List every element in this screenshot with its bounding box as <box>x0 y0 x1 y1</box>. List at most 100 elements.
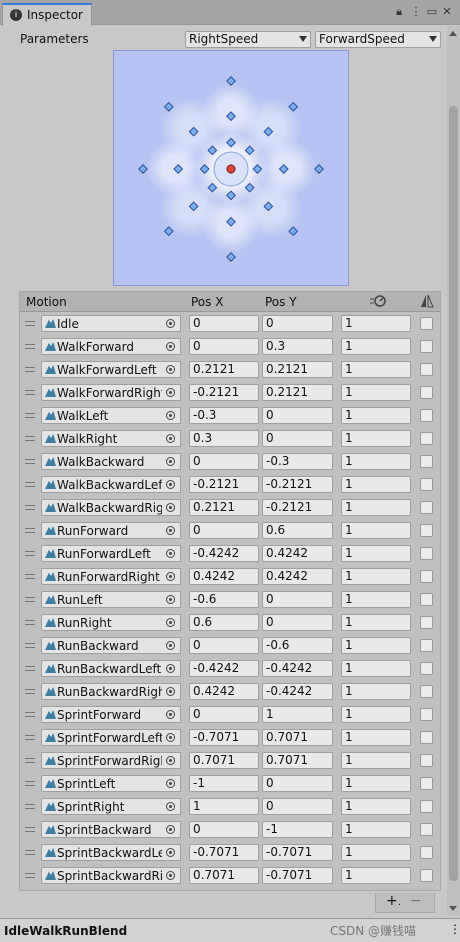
mirror-checkbox[interactable] <box>420 340 433 353</box>
motion-clip-field[interactable]: SprintForwardRight <box>41 752 181 769</box>
speed-field[interactable]: 1 <box>341 545 411 562</box>
object-picker-button[interactable] <box>162 545 181 562</box>
object-picker-button[interactable] <box>162 476 181 493</box>
mirror-checkbox[interactable] <box>420 363 433 376</box>
speed-field[interactable]: 1 <box>341 844 411 861</box>
pos-y-field[interactable]: 0.4242 <box>262 568 333 585</box>
speed-field[interactable]: 1 <box>341 315 411 332</box>
more-options-icon[interactable]: ⋮ <box>449 922 460 936</box>
drag-handle-icon[interactable] <box>25 689 35 694</box>
blend-point[interactable] <box>226 252 236 262</box>
object-picker-button[interactable] <box>162 660 181 677</box>
blend-point[interactable] <box>199 164 210 174</box>
tab-inspector[interactable]: i Inspector <box>2 3 92 26</box>
pos-x-field[interactable]: 0 <box>189 821 259 838</box>
drag-handle-icon[interactable] <box>25 643 35 648</box>
pos-y-field[interactable]: -1 <box>262 821 333 838</box>
pos-y-field[interactable]: -0.7071 <box>262 844 333 861</box>
motion-clip-field[interactable]: SprintRight <box>41 798 181 815</box>
drag-handle-icon[interactable] <box>25 505 35 510</box>
pos-x-field[interactable]: -0.2121 <box>189 476 259 493</box>
mirror-checkbox[interactable] <box>420 547 433 560</box>
mirror-checkbox[interactable] <box>420 386 433 399</box>
speed-field[interactable]: 1 <box>341 775 411 792</box>
motion-clip-field[interactable]: WalkForwardLeft <box>41 361 181 378</box>
blend-point[interactable] <box>244 145 255 156</box>
pos-y-field[interactable]: 0 <box>262 775 333 792</box>
speed-field[interactable]: 1 <box>341 568 411 585</box>
pos-x-field[interactable]: 0 <box>189 522 259 539</box>
speed-field[interactable]: 1 <box>341 430 411 447</box>
scroll-up-icon[interactable] <box>449 31 457 36</box>
object-picker-button[interactable] <box>162 844 181 861</box>
drag-handle-icon[interactable] <box>25 781 35 786</box>
scrollbar-thumb[interactable] <box>449 106 458 881</box>
pos-y-field[interactable]: -0.3 <box>262 453 333 470</box>
add-motion-button[interactable]: + <box>386 893 398 909</box>
object-picker-button[interactable] <box>162 683 181 700</box>
pos-x-field[interactable]: 0 <box>189 706 259 723</box>
motion-clip-field[interactable]: SprintBackwardLeft <box>41 844 181 861</box>
drag-handle-icon[interactable] <box>25 597 35 602</box>
pos-y-field[interactable]: 0 <box>262 798 333 815</box>
mirror-checkbox[interactable] <box>420 501 433 514</box>
blend-point[interactable] <box>288 226 299 237</box>
drag-handle-icon[interactable] <box>25 528 35 533</box>
mirror-checkbox[interactable] <box>420 754 433 767</box>
blend-point[interactable] <box>314 164 324 174</box>
motion-clip-field[interactable]: WalkBackwardLeft <box>41 476 181 493</box>
x-parameter-dropdown[interactable]: RightSpeed <box>185 31 311 48</box>
mirror-checkbox[interactable] <box>420 869 433 882</box>
drag-handle-icon[interactable] <box>25 827 35 832</box>
speed-field[interactable]: 1 <box>341 660 411 677</box>
motion-clip-field[interactable]: SprintForwardLeft <box>41 729 181 746</box>
motion-clip-field[interactable]: Idle <box>41 315 181 332</box>
motion-clip-field[interactable]: RunForwardLeft <box>41 545 181 562</box>
pos-y-field[interactable]: -0.4242 <box>262 683 333 700</box>
mirror-checkbox[interactable] <box>420 708 433 721</box>
speed-field[interactable]: 1 <box>341 338 411 355</box>
blend-point[interactable] <box>207 182 218 193</box>
pos-x-field[interactable]: 0.2121 <box>189 361 259 378</box>
motion-clip-field[interactable]: SprintBackward <box>41 821 181 838</box>
blend-point[interactable] <box>163 101 174 112</box>
speed-field[interactable]: 1 <box>341 361 411 378</box>
pos-x-field[interactable]: -1 <box>189 775 259 792</box>
mirror-checkbox[interactable] <box>420 823 433 836</box>
current-position-marker[interactable] <box>226 164 236 174</box>
blend-point[interactable] <box>288 101 299 112</box>
blend-point[interactable] <box>188 201 199 212</box>
pos-y-field[interactable]: 0.2121 <box>262 361 333 378</box>
drag-handle-icon[interactable] <box>25 758 35 763</box>
motion-clip-field[interactable]: SprintLeft <box>41 775 181 792</box>
drag-handle-icon[interactable] <box>25 735 35 740</box>
pos-x-field[interactable]: 0.3 <box>189 430 259 447</box>
pos-x-field[interactable]: 0.4242 <box>189 568 259 585</box>
drag-handle-icon[interactable] <box>25 367 35 372</box>
blend-space-graph[interactable] <box>113 50 349 286</box>
object-picker-button[interactable] <box>162 338 181 355</box>
drag-handle-icon[interactable] <box>25 413 35 418</box>
blend-point[interactable] <box>226 76 236 86</box>
speed-field[interactable]: 1 <box>341 706 411 723</box>
object-picker-button[interactable] <box>162 637 181 654</box>
motion-clip-field[interactable]: RunRight <box>41 614 181 631</box>
motion-clip-field[interactable]: RunLeft <box>41 591 181 608</box>
pos-x-field[interactable]: -0.3 <box>189 407 259 424</box>
mirror-checkbox[interactable] <box>420 685 433 698</box>
motion-clip-field[interactable]: RunBackwardRight <box>41 683 181 700</box>
pos-y-field[interactable]: 0.7071 <box>262 752 333 769</box>
pos-x-field[interactable]: -0.7071 <box>189 844 259 861</box>
pos-x-field[interactable]: 0.7071 <box>189 752 259 769</box>
speed-field[interactable]: 1 <box>341 729 411 746</box>
object-picker-button[interactable] <box>162 430 181 447</box>
pos-x-field[interactable]: 0.7071 <box>189 867 259 884</box>
speed-field[interactable]: 1 <box>341 867 411 884</box>
pos-y-field[interactable]: 0.3 <box>262 338 333 355</box>
drag-handle-icon[interactable] <box>25 482 35 487</box>
object-picker-button[interactable] <box>162 729 181 746</box>
motion-clip-field[interactable]: SprintBackwardRight <box>41 867 181 884</box>
mirror-checkbox[interactable] <box>420 616 433 629</box>
speed-field[interactable]: 1 <box>341 591 411 608</box>
pos-x-field[interactable]: -0.4242 <box>189 660 259 677</box>
